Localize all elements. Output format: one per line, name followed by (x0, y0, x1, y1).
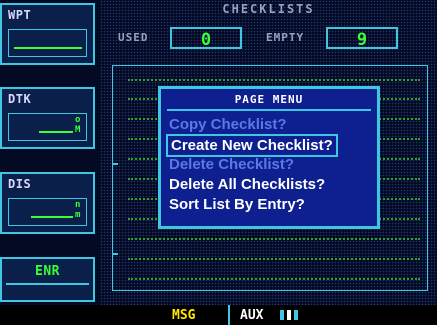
list-row (128, 258, 420, 260)
menu-item-delete-all-checklists[interactable]: Delete All Checklists? (169, 175, 325, 194)
used-value-box: 0 (170, 27, 242, 50)
list-row (128, 238, 420, 240)
wpt-value-box (8, 29, 87, 57)
status-bar: MSG AUX (0, 305, 437, 325)
cdi-mode-field: ENR (0, 257, 95, 302)
menu-item-copy-checklist: Copy Checklist? (169, 116, 287, 133)
page-indicator-segment (287, 310, 291, 320)
wpt-value-dashes (14, 47, 82, 49)
dtk-field: DTK o M (0, 87, 95, 149)
empty-label: EMPTY (266, 31, 305, 44)
cdi-mode-rule (6, 283, 89, 285)
empty-value-box: 9 (326, 27, 398, 50)
wpt-field: WPT (0, 3, 95, 65)
dtk-unit-degree: o (75, 115, 81, 125)
menu-item-delete-checklist: Delete Checklist? (169, 156, 295, 173)
page-indicator-segment (294, 310, 298, 320)
page-menu-divider (167, 109, 371, 111)
dis-unit-top: n (75, 200, 81, 210)
dis-value-dashes (31, 216, 73, 218)
status-divider (228, 305, 230, 325)
dtk-value-box: o M (8, 113, 87, 141)
used-label: USED (118, 31, 149, 44)
dis-value-box: n m (8, 198, 87, 226)
aux-page-group: AUX (240, 308, 264, 323)
dtk-unit-magnetic: M (75, 125, 81, 135)
dtk-label: DTK (8, 92, 32, 106)
dtk-value-dashes (39, 131, 73, 133)
page-title: CHECKLISTS (222, 2, 315, 16)
page-indicator-segment-active (280, 310, 284, 320)
list-corner-tick (112, 253, 118, 255)
msg-annunciator: MSG (172, 308, 196, 323)
cdi-mode-label: ENR (35, 264, 60, 279)
page-menu-title: PAGE MENU (234, 93, 304, 106)
menu-item-sort-list-by-entry[interactable]: Sort List By Entry? (169, 195, 305, 214)
dis-field: DIS n m (0, 172, 95, 234)
wpt-label: WPT (8, 8, 32, 22)
list-row (128, 278, 420, 280)
page-menu: PAGE MENU Copy Checklist? Create New Che… (158, 86, 380, 229)
gps-checklists-screen: WPT DTK o M DIS n m ENR CHECKLISTS USED … (0, 0, 437, 325)
dis-label: DIS (8, 177, 32, 191)
list-row (128, 79, 420, 81)
list-corner-tick (112, 163, 118, 165)
dis-unit-bottom: m (75, 210, 81, 220)
menu-item-create-new-checklist[interactable]: Create New Checklist? (166, 134, 338, 157)
